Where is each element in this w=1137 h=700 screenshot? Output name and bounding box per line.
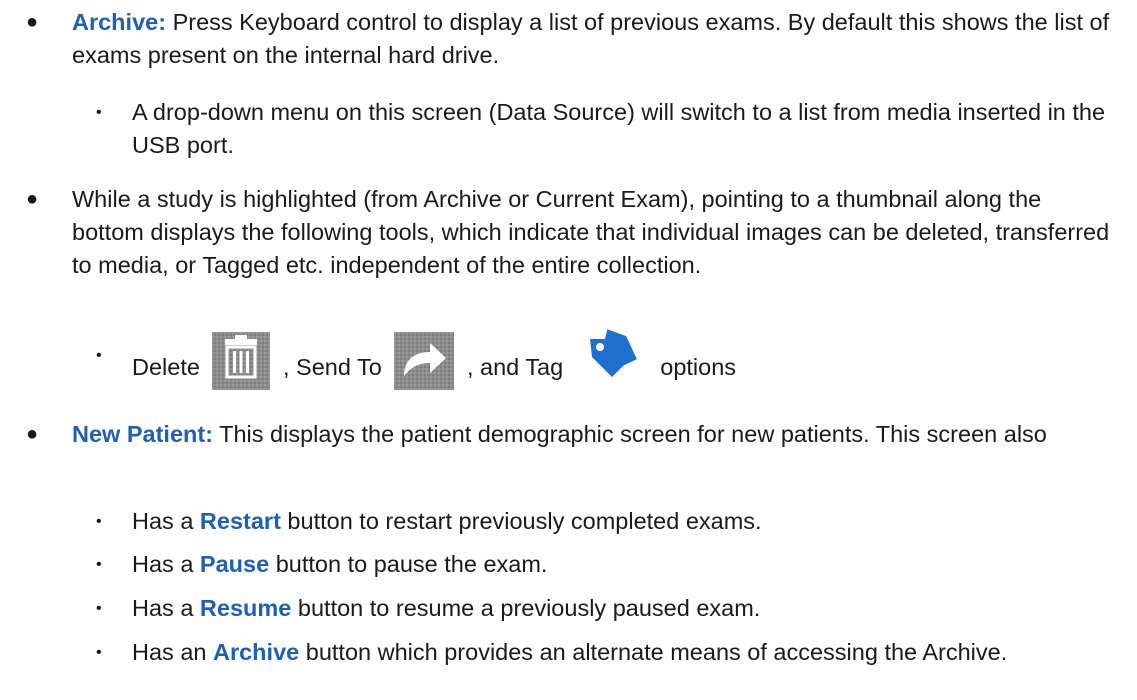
resume-pre: Has a xyxy=(132,595,200,621)
tag-label: , and Tag xyxy=(466,354,564,381)
new-patient-text: New Patient: This displays the patient d… xyxy=(72,418,1116,451)
options-label: options xyxy=(660,354,737,381)
sub-bullet-tools: • Delete , Send To , and Tag options xyxy=(96,329,1116,399)
bullet-mark: ● xyxy=(26,423,39,445)
resume-line: Has a Resume button to resume a previous… xyxy=(132,592,1116,625)
sub-bullet-data-source: • A drop-down menu on this screen (Data … xyxy=(96,96,1116,162)
archive-description: Press Keyboard control to display a list… xyxy=(72,9,1110,68)
restart-line: Has a Restart button to restart previous… xyxy=(132,505,1116,538)
resume-post: button to resume a previously paused exa… xyxy=(291,595,761,621)
bullet-mark: ● xyxy=(26,11,39,33)
delete-label: Delete xyxy=(132,354,200,381)
send-to-label: , Send To xyxy=(283,354,382,381)
sub-bullet-pause: • Has a Pause button to pause the exam. xyxy=(96,548,1116,581)
term-pause: Pause xyxy=(199,551,270,577)
sub-bullet-mark: • xyxy=(96,347,102,364)
document-page: ● Archive: Press Keyboard control to dis… xyxy=(0,0,1137,700)
sub-bullet-mark: • xyxy=(96,600,102,617)
term-new-patient: New Patient: xyxy=(72,421,214,447)
sub-bullet-mark: • xyxy=(96,644,102,661)
archive-button-pre: Has an xyxy=(132,639,213,665)
sub-bullet-mark: • xyxy=(96,104,102,121)
data-source-text: A drop-down menu on this screen (Data So… xyxy=(132,99,1106,158)
restart-post: button to restart previously completed e… xyxy=(280,508,762,534)
term-archive: Archive: xyxy=(72,9,167,35)
sub-bullet-resume: • Has a Resume button to resume a previo… xyxy=(96,592,1116,625)
tools-line: Delete , Send To , and Tag options xyxy=(132,329,1116,399)
term-restart: Restart xyxy=(199,508,281,534)
archive-button-line: Has an Archive button which provides an … xyxy=(132,636,1116,669)
bullet-archive-text: Archive: Press Keyboard control to displ… xyxy=(72,6,1116,72)
sub-bullet-mark: • xyxy=(96,556,102,573)
bullet-new-patient: ● New Patient: This displays the patient… xyxy=(26,418,1116,451)
restart-pre: Has a xyxy=(132,508,200,534)
pause-line: Has a Pause button to pause the exam. xyxy=(132,548,1116,581)
term-resume: Resume xyxy=(199,595,292,621)
bullet-study-highlighted: ● While a study is highlighted (from Arc… xyxy=(26,183,1116,282)
sub-bullet-restart: • Has a Restart button to restart previo… xyxy=(96,505,1116,538)
study-text: While a study is highlighted (from Archi… xyxy=(72,186,1110,278)
archive-button-post: button which provides an alternate means… xyxy=(299,639,1008,665)
pause-post: button to pause the exam. xyxy=(269,551,548,577)
tag-icon xyxy=(580,329,644,389)
new-patient-description: This displays the patient demographic sc… xyxy=(213,421,1047,447)
term-archive-button: Archive xyxy=(213,639,300,665)
trash-icon xyxy=(212,332,271,390)
send-to-icon xyxy=(394,332,455,390)
pause-pre: Has a xyxy=(132,551,200,577)
sub-bullet-archive-button: • Has an Archive button which provides a… xyxy=(96,636,1116,669)
bullet-mark: ● xyxy=(26,188,39,210)
bullet-archive: ● Archive: Press Keyboard control to dis… xyxy=(26,6,1116,72)
sub-bullet-mark: • xyxy=(96,513,102,530)
